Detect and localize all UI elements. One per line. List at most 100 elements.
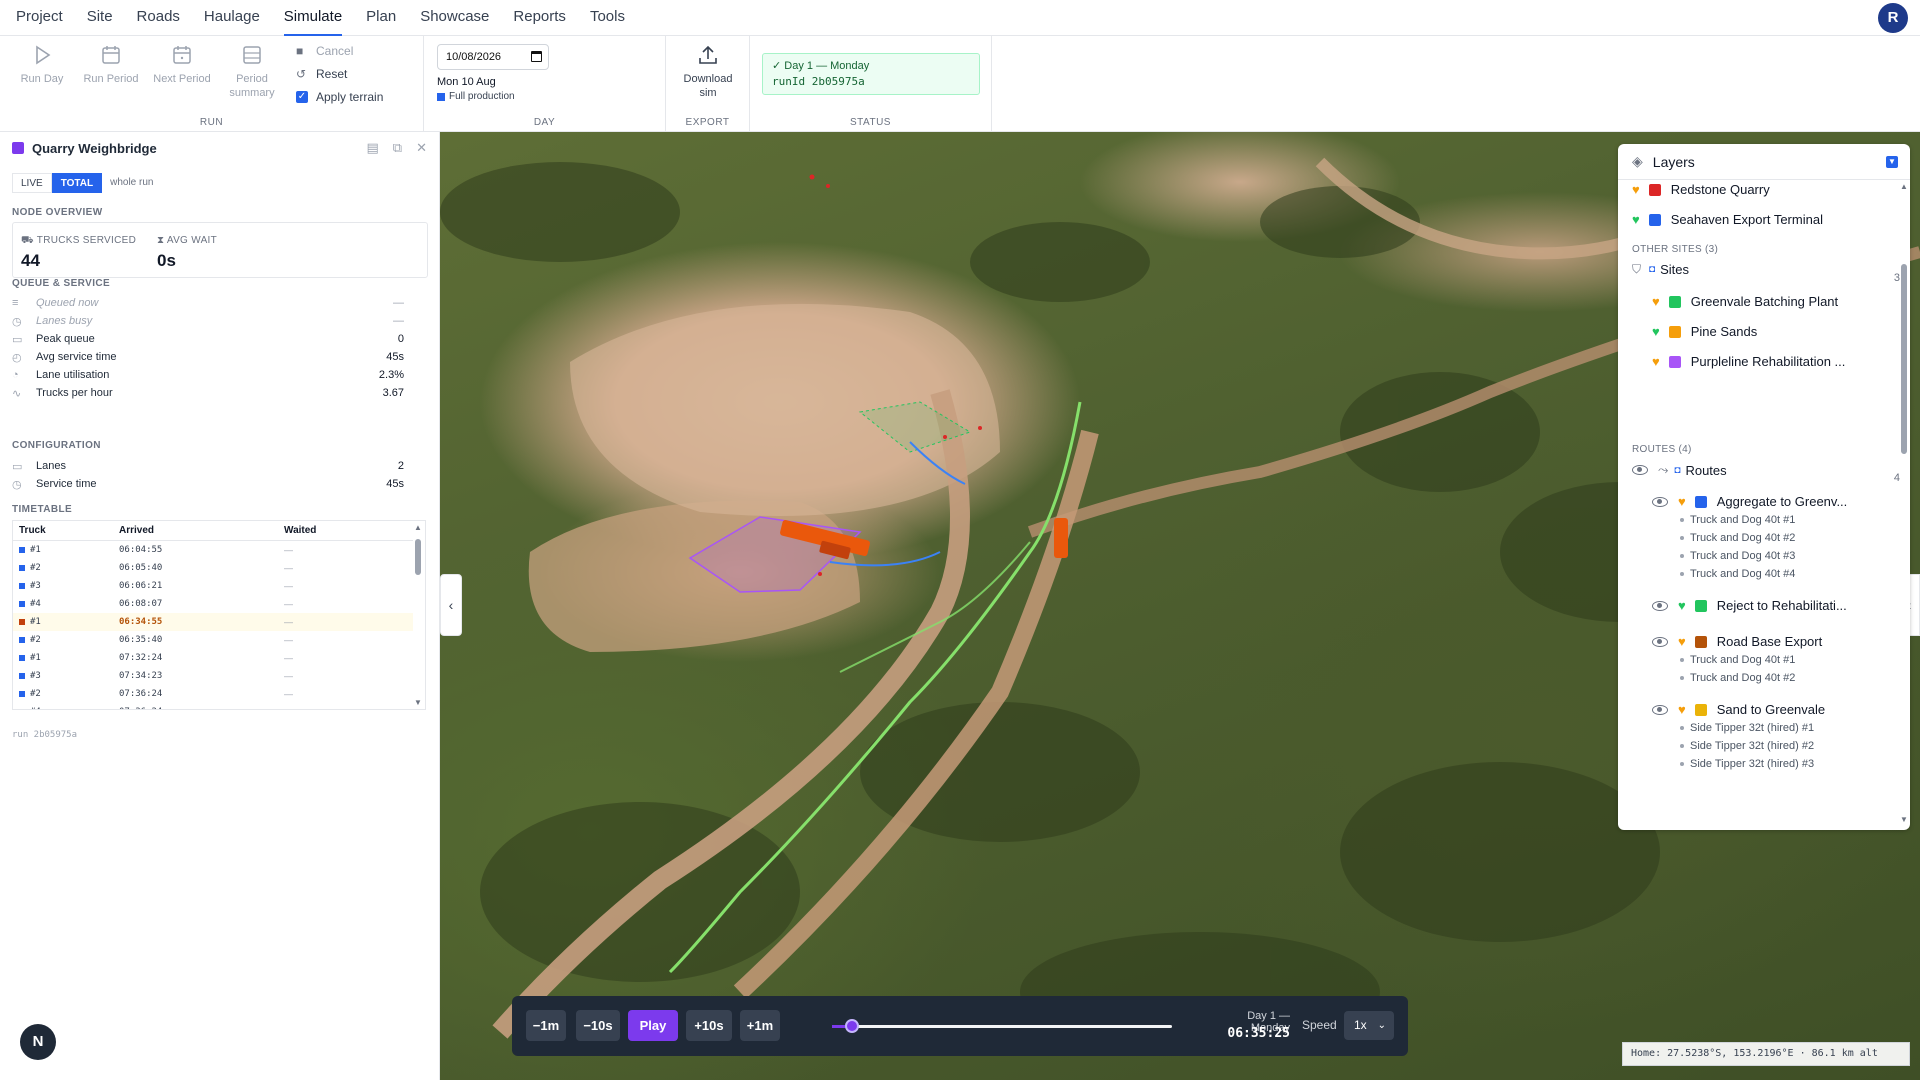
heart-icon[interactable]: ♥ — [1678, 703, 1686, 716]
timetable-scrollbar[interactable]: ▲ ▼ — [413, 521, 423, 709]
routes-group-toggle[interactable]: ⤳ ◘ Routes — [1632, 462, 1910, 478]
apply-terrain-toggle[interactable]: ✓ Apply terrain — [296, 90, 383, 104]
route-truck-item[interactable]: Side Tipper 32t (hired) #1 — [1680, 722, 1814, 734]
download-sim-button[interactable]: Download sim — [677, 44, 739, 100]
table-row[interactable]: #4 06:08:07 — — [13, 595, 413, 613]
speed-select[interactable]: 1x ⌄ — [1344, 1011, 1394, 1040]
cancel-button[interactable]: ■ Cancel — [296, 44, 353, 58]
layer-item-site[interactable]: ♥ Seahaven Export Terminal — [1632, 212, 1910, 227]
route-truck-item[interactable]: Truck and Dog 40t #1 — [1680, 514, 1795, 526]
menu-site[interactable]: Site — [87, 0, 113, 36]
run-period-button[interactable]: Run Period — [80, 44, 142, 86]
mode-live-tab[interactable]: LIVE — [12, 173, 52, 193]
timeline-slider[interactable] — [832, 1019, 1172, 1033]
filter-icon[interactable]: ▼ — [1886, 156, 1898, 168]
next-period-button[interactable]: Next Period — [150, 44, 214, 86]
heart-icon[interactable]: ♥ — [1678, 599, 1686, 612]
eye-icon[interactable] — [1652, 496, 1668, 507]
table-row[interactable]: #2 06:05:40 — — [13, 559, 413, 577]
heart-icon[interactable]: ♥ — [1678, 635, 1686, 648]
layers-scrollbar[interactable]: ▲ ▼ — [1898, 180, 1910, 830]
scroll-down-arrow[interactable]: ▼ — [414, 698, 422, 707]
back-10s-button[interactable]: −10s — [576, 1010, 620, 1041]
stat-label: Avg service time — [36, 351, 117, 363]
timetable-header-arrived[interactable]: Arrived — [113, 521, 278, 541]
apply-terrain-checkbox[interactable]: ✓ — [296, 91, 308, 103]
menu-haulage[interactable]: Haulage — [204, 0, 260, 36]
forward-1m-button[interactable]: +1m — [740, 1010, 780, 1041]
table-row[interactable]: #3 07:34:23 — — [13, 667, 413, 685]
heart-icon[interactable]: ♥ — [1652, 325, 1660, 338]
table-row[interactable]: #2 06:35:40 — — [13, 631, 413, 649]
table-row[interactable]: #2 07:36:24 — — [13, 685, 413, 703]
date-input[interactable]: 10/08/2026 — [437, 44, 549, 70]
heart-icon[interactable]: ♥ — [1652, 295, 1660, 308]
export-group: Download sim EXPORT — [666, 36, 750, 132]
heart-icon[interactable]: ♥ — [1678, 495, 1686, 508]
eye-icon[interactable] — [1652, 636, 1668, 647]
route-truck-item[interactable]: Truck and Dog 40t #3 — [1680, 550, 1795, 562]
back-1m-button[interactable]: −1m — [526, 1010, 566, 1041]
table-view-icon[interactable]: ▤ — [367, 140, 379, 156]
popout-icon[interactable]: ⧉ — [393, 140, 402, 156]
mode-total-tab[interactable]: TOTAL — [51, 173, 103, 193]
timetable-scroll-thumb[interactable] — [415, 539, 421, 575]
forward-10s-button[interactable]: +10s — [686, 1010, 732, 1041]
layer-item-site[interactable]: ♥ Redstone Quarry — [1632, 182, 1910, 197]
group-icon: ◘ — [1674, 464, 1681, 476]
table-row[interactable]: #1 06:34:55— — [13, 612, 413, 631]
route-item[interactable]: ♥ Aggregate to Greenv... — [1652, 494, 1910, 509]
waited-time: — — [284, 598, 293, 609]
route-truck-item[interactable]: Side Tipper 32t (hired) #3 — [1680, 758, 1814, 770]
layer-item-site[interactable]: ♥ Pine Sands — [1652, 324, 1910, 339]
heart-icon[interactable]: ♥ — [1652, 355, 1660, 368]
table-row[interactable]: #4 07:36:24— — [13, 703, 413, 709]
scroll-down-arrow[interactable]: ▼ — [1900, 815, 1908, 824]
calendar-picker-icon[interactable] — [531, 51, 542, 62]
menu-simulate[interactable]: Simulate — [283, 0, 343, 36]
run-day-button[interactable]: Run Day — [11, 44, 73, 86]
route-truck-item[interactable]: Truck and Dog 40t #2 — [1680, 532, 1795, 544]
scroll-up-arrow[interactable]: ▲ — [1900, 182, 1908, 191]
reset-button[interactable]: ↺ Reset — [296, 67, 347, 81]
route-item[interactable]: ♥ Reject to Rehabilitati... — [1652, 598, 1910, 613]
menu-reports[interactable]: Reports — [513, 0, 566, 36]
corner-badge[interactable]: N — [20, 1024, 56, 1060]
table-row[interactable]: #1 07:32:24 — — [13, 649, 413, 667]
play-button[interactable]: Play — [628, 1010, 678, 1041]
collapse-left-panel-button[interactable]: ‹ — [440, 574, 462, 636]
user-avatar[interactable]: R — [1878, 3, 1908, 33]
route-truck-item[interactable]: Truck and Dog 40t #1 — [1680, 654, 1795, 666]
scroll-up-arrow[interactable]: ▲ — [414, 523, 422, 532]
menu-project[interactable]: Project — [16, 0, 63, 36]
eye-icon[interactable] — [1632, 465, 1648, 475]
route-truck-item[interactable]: Truck and Dog 40t #2 — [1680, 672, 1795, 684]
table-row[interactable]: #3 06:06:21 — — [13, 577, 413, 595]
eye-icon[interactable] — [1652, 704, 1668, 715]
menu-tools[interactable]: Tools — [590, 0, 625, 36]
menu-plan[interactable]: Plan — [366, 0, 396, 36]
sites-group-toggle[interactable]: ⛉ ◘ Sites — [1632, 262, 1910, 277]
menu-showcase[interactable]: Showcase — [420, 0, 489, 36]
table-row[interactable]: #1 06:04:55 — — [13, 541, 413, 559]
route-item[interactable]: ♥ Sand to Greenvale — [1652, 702, 1910, 717]
timetable-header-truck[interactable]: Truck — [13, 521, 113, 541]
timetable-header-waited[interactable]: Waited — [278, 521, 413, 541]
layer-item-label: Seahaven Export Terminal — [1670, 212, 1823, 227]
menu-roads[interactable]: Roads — [137, 0, 180, 36]
truck-icon[interactable] — [1054, 518, 1068, 558]
timeline-knob[interactable] — [845, 1019, 860, 1033]
eye-icon[interactable] — [1652, 600, 1668, 611]
day-date-text: Mon 10 Aug — [437, 76, 496, 88]
route-truck-item[interactable]: Side Tipper 32t (hired) #2 — [1680, 740, 1814, 752]
period-summary-button[interactable]: Period summary — [221, 44, 283, 100]
heart-icon[interactable]: ♥ — [1632, 213, 1640, 226]
route-item[interactable]: ♥ Road Base Export — [1652, 634, 1910, 649]
production-mode: Full production — [437, 91, 515, 102]
layer-item-site[interactable]: ♥ Greenvale Batching Plant — [1652, 294, 1910, 309]
layers-scroll-thumb[interactable] — [1901, 264, 1907, 454]
heart-icon[interactable]: ♥ — [1632, 183, 1640, 196]
close-icon[interactable]: ✕ — [416, 140, 427, 156]
route-truck-item[interactable]: Truck and Dog 40t #4 — [1680, 568, 1795, 580]
layer-item-site[interactable]: ♥ Purpleline Rehabilitation ... — [1652, 354, 1910, 369]
